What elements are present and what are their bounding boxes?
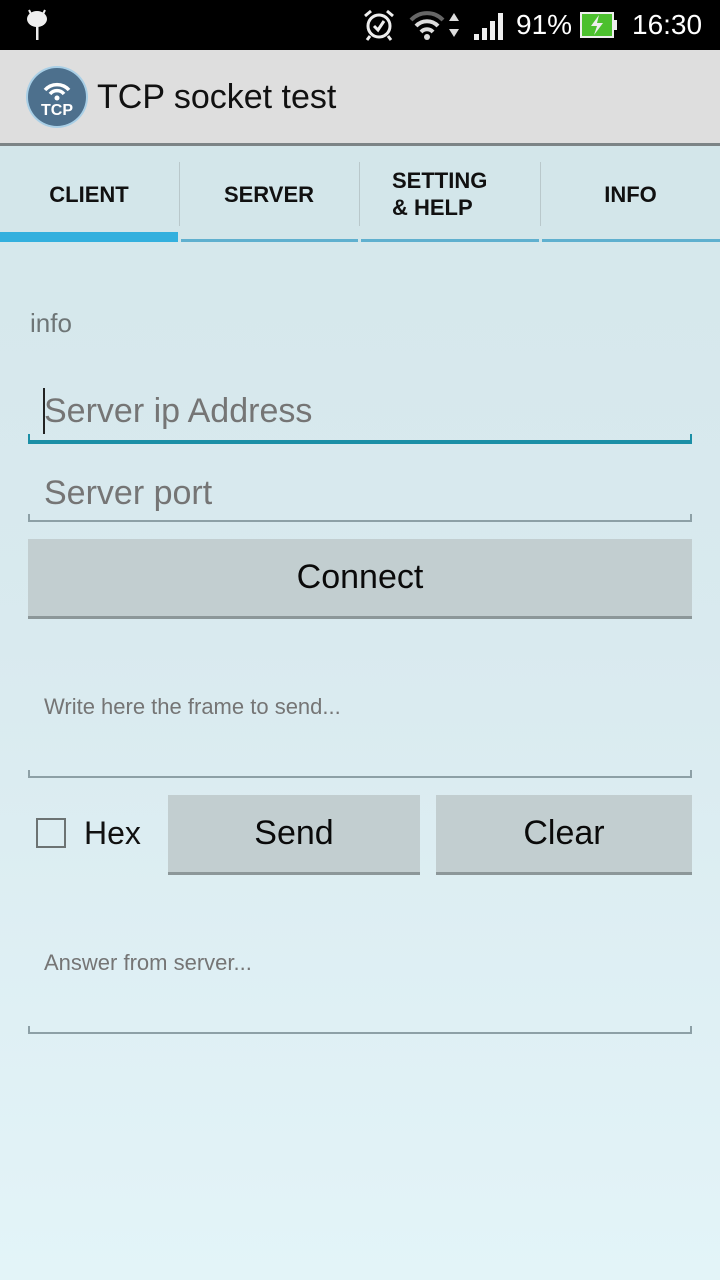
tab-indicator-active [0, 232, 178, 242]
android-debug-icon [24, 0, 50, 50]
tab-bar: CLIENT SERVER SETTING & HELP INFO [0, 146, 720, 242]
server-ip-input[interactable] [44, 390, 684, 432]
clock-time: 16:30 [632, 9, 703, 40]
signal-icon [472, 0, 506, 50]
send-button[interactable]: Send [168, 795, 420, 875]
frame-input[interactable] [44, 692, 684, 722]
battery-charging-icon [580, 0, 618, 50]
tab-info[interactable]: INFO [541, 146, 720, 242]
answer-field[interactable] [28, 936, 692, 1034]
server-ip-underline [28, 434, 692, 444]
battery-percentage: 91% [516, 9, 573, 40]
frame-underline [28, 770, 692, 778]
alarm-icon [362, 0, 396, 50]
answer-underline [28, 1026, 692, 1034]
data-arrows-icon [448, 0, 460, 50]
app-logo-icon: TCP [28, 68, 86, 126]
frame-field[interactable] [28, 680, 692, 778]
server-ip-field[interactable] [28, 378, 692, 444]
app-logo-text: TCP [41, 102, 73, 119]
info-label: info [30, 308, 72, 338]
tab-setting-help-line2: & HELP [392, 195, 473, 220]
tab-client-label: CLIENT [49, 181, 129, 207]
tab-indicator [361, 239, 539, 242]
answer-output[interactable] [44, 948, 684, 978]
hex-checkbox[interactable] [36, 818, 66, 848]
server-port-underline [28, 514, 692, 522]
app-title: TCP socket test [97, 78, 337, 116]
tab-server[interactable]: SERVER [180, 146, 358, 242]
tab-setting-help[interactable]: SETTING & HELP [360, 146, 540, 242]
tab-client[interactable]: CLIENT [0, 146, 178, 242]
connect-button[interactable]: Connect [28, 539, 692, 619]
server-port-input[interactable] [44, 472, 684, 514]
tab-indicator [181, 239, 358, 242]
hex-label: Hex [84, 815, 141, 851]
action-bar: TCP TCP socket test [0, 50, 720, 146]
status-bar: 91% 16:30 [0, 0, 720, 50]
tab-server-label: SERVER [223, 181, 315, 207]
tab-indicator [542, 239, 720, 242]
wifi-icon [408, 0, 446, 50]
clear-button[interactable]: Clear [436, 795, 692, 875]
tab-setting-help-label: SETTING & HELP [392, 167, 487, 221]
tab-setting-help-line1: SETTING [392, 168, 488, 193]
server-port-field[interactable] [28, 460, 692, 522]
tab-info-label: INFO [604, 181, 657, 207]
